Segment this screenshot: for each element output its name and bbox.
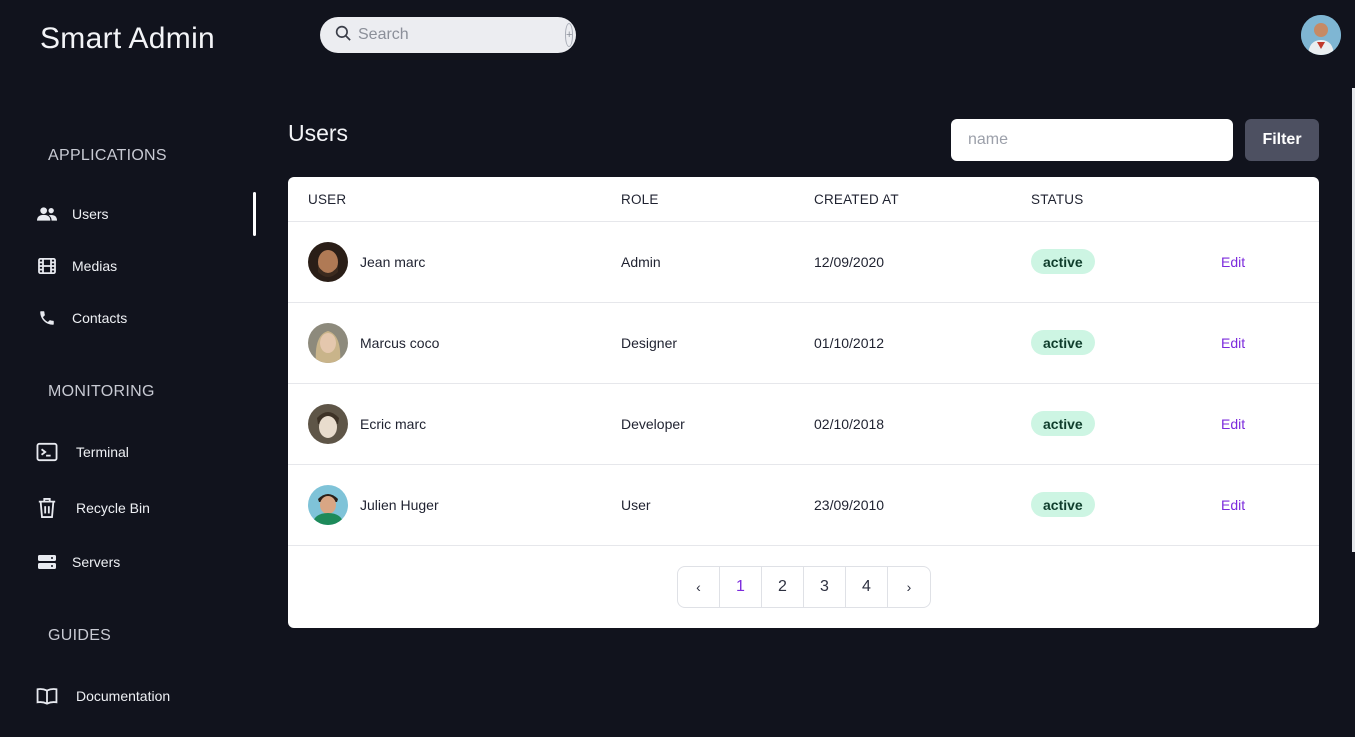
users-table: USER ROLE CREATED AT STATUS Jean marc Ad… <box>288 177 1319 628</box>
user-created-at: 01/10/2012 <box>814 335 885 351</box>
sidebar-item-label: Servers <box>72 554 121 570</box>
search-icon <box>334 24 352 47</box>
user-row-avatar <box>308 485 348 525</box>
sidebar-item-terminal[interactable]: Terminal <box>36 442 129 462</box>
sidebar-section-guides: GUIDES <box>48 627 112 644</box>
edit-link[interactable]: Edit <box>1221 335 1245 351</box>
status-badge: active <box>1031 330 1095 355</box>
table-row: Julien Huger User 23/09/2010 active Edit <box>288 465 1319 546</box>
sidebar-section-applications: APPLICATIONS <box>48 147 167 164</box>
pagination-prev-button[interactable]: ‹ <box>678 567 720 607</box>
table-row: Jean marc Admin 12/09/2020 active Edit <box>288 222 1319 303</box>
user-name: Julien Huger <box>360 497 439 513</box>
user-created-at: 02/10/2018 <box>814 416 885 432</box>
pagination-page-4[interactable]: 4 <box>846 567 888 607</box>
server-icon <box>36 552 58 572</box>
pagination-next-button[interactable]: › <box>888 567 930 607</box>
table-row: Marcus coco Designer 01/10/2012 active E… <box>288 303 1319 384</box>
pagination: ‹ 1 2 3 4 › <box>677 566 931 608</box>
user-avatar[interactable] <box>1301 15 1341 55</box>
sidebar-item-servers[interactable]: Servers <box>36 552 120 572</box>
trash-icon <box>36 498 58 518</box>
user-row-avatar <box>308 404 348 444</box>
sidebar-item-label: Users <box>72 206 109 222</box>
search-input[interactable] <box>358 26 565 44</box>
status-badge: active <box>1031 249 1095 274</box>
user-role: Admin <box>621 254 661 270</box>
user-role: Developer <box>621 416 685 432</box>
edit-link[interactable]: Edit <box>1221 497 1245 513</box>
page-title: Users <box>288 120 349 146</box>
column-header-created-at: CREATED AT <box>814 192 899 207</box>
sidebar-item-label: Recycle Bin <box>76 500 150 516</box>
user-created-at: 23/09/2010 <box>814 497 885 513</box>
book-icon <box>36 686 58 706</box>
sidebar-item-medias[interactable]: Medias <box>36 256 117 276</box>
filter-button[interactable]: Filter <box>1245 119 1319 161</box>
user-row-avatar <box>308 323 348 363</box>
search-shortcut-badge[interactable]: + <box>565 23 574 47</box>
phone-icon <box>36 308 58 328</box>
sidebar-section-monitoring: MONITORING <box>48 383 155 400</box>
edit-link[interactable]: Edit <box>1221 416 1245 432</box>
column-header-user: USER <box>308 192 347 207</box>
pagination-page-2[interactable]: 2 <box>762 567 804 607</box>
sidebar-item-label: Contacts <box>72 310 128 326</box>
user-role: User <box>621 497 651 513</box>
pagination-page-1[interactable]: 1 <box>720 567 762 607</box>
table-row: Ecric marc Developer 02/10/2018 active E… <box>288 384 1319 465</box>
name-filter-input[interactable] <box>951 119 1233 161</box>
search-bar[interactable]: + <box>320 17 576 53</box>
status-badge: active <box>1031 411 1095 436</box>
edit-link[interactable]: Edit <box>1221 254 1245 270</box>
sidebar-item-recycle-bin[interactable]: Recycle Bin <box>36 498 150 518</box>
terminal-icon <box>36 442 58 462</box>
column-header-status: STATUS <box>1031 192 1084 207</box>
column-header-role: ROLE <box>621 192 659 207</box>
user-row-avatar <box>308 242 348 282</box>
app-brand: Smart Admin <box>40 22 216 55</box>
users-icon <box>36 204 58 224</box>
sidebar-item-contacts[interactable]: Contacts <box>36 308 127 328</box>
active-indicator <box>253 192 256 236</box>
table-header: USER ROLE CREATED AT STATUS <box>288 177 1319 222</box>
sidebar-item-label: Documentation <box>76 688 171 704</box>
user-name: Jean marc <box>360 254 426 270</box>
sidebar-item-users[interactable]: Users <box>36 204 109 224</box>
sidebar-item-label: Terminal <box>76 444 129 460</box>
pagination-page-3[interactable]: 3 <box>804 567 846 607</box>
user-name: Ecric marc <box>360 416 427 432</box>
user-role: Designer <box>621 335 678 351</box>
film-icon <box>36 256 58 276</box>
status-badge: active <box>1031 492 1095 517</box>
user-name: Marcus coco <box>360 335 440 351</box>
sidebar-item-documentation[interactable]: Documentation <box>36 686 170 706</box>
sidebar-item-label: Medias <box>72 258 118 274</box>
user-created-at: 12/09/2020 <box>814 254 885 270</box>
